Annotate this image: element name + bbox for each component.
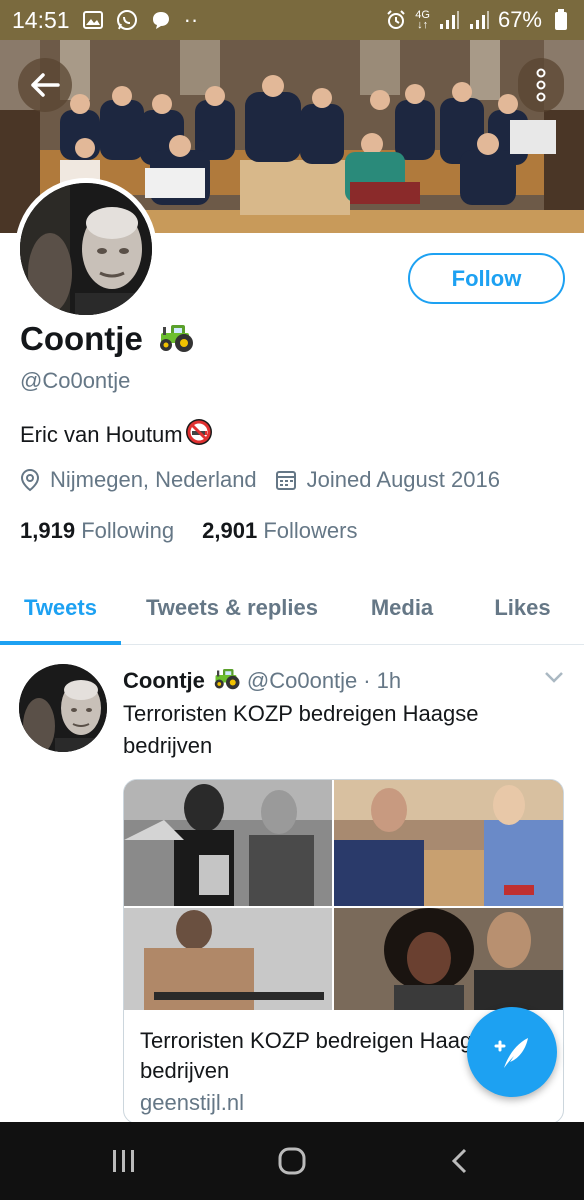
compose-feather-icon xyxy=(494,1038,528,1068)
more-vertical-icon xyxy=(536,68,546,102)
back-nav-button[interactable] xyxy=(430,1131,490,1191)
signal-icon xyxy=(438,9,460,31)
gallery-icon xyxy=(82,9,104,31)
profile-tabs: Tweets Tweets & replies Media Likes xyxy=(0,572,584,645)
status-time: 14:51 xyxy=(12,6,70,33)
network-type: 4G ↓↑ xyxy=(415,9,430,31)
profile-handle: @Co0ontje xyxy=(20,368,131,393)
joined-date: Joined August 2016 xyxy=(275,467,500,493)
location-text: Nijmegen, Nederland xyxy=(50,467,257,492)
status-left: 14:51 ·· xyxy=(12,7,198,34)
tweet-author-name[interactable]: Coontje xyxy=(123,668,205,694)
tab-media[interactable]: Media xyxy=(343,572,461,644)
profile-bio: Eric van Houtum xyxy=(20,418,213,452)
location: Nijmegen, Nederland xyxy=(20,467,257,493)
alarm-icon xyxy=(385,9,407,31)
following-count: 1,919 xyxy=(20,518,76,543)
location-pin-icon xyxy=(20,468,40,492)
tab-tweets-replies[interactable]: Tweets & replies xyxy=(121,572,343,644)
tractor-icon xyxy=(155,321,195,358)
followers-label: Followers xyxy=(263,518,358,543)
tab-tweets[interactable]: Tweets xyxy=(0,572,121,645)
joined-text: Joined August 2016 xyxy=(306,467,500,492)
signal-icon-2 xyxy=(468,9,490,31)
home-button[interactable] xyxy=(262,1131,322,1191)
no-smoking-icon xyxy=(185,418,213,452)
following-stat[interactable]: 1,919 Following xyxy=(20,518,174,544)
chevron-down-icon xyxy=(545,672,563,683)
battery-percent: 67% xyxy=(497,7,542,32)
status-right: 4G ↓↑ 67% xyxy=(385,7,572,33)
tweet-avatar[interactable] xyxy=(19,664,107,752)
home-icon xyxy=(278,1147,306,1175)
tweet-separator: · xyxy=(363,668,371,693)
status-bar: 14:51 ·· 4G ↓↑ 67% xyxy=(0,0,584,40)
calendar-icon xyxy=(275,471,296,490)
profile-meta: Nijmegen, Nederland Joined August 2016 xyxy=(20,467,500,493)
display-name-row: Coontje xyxy=(20,320,195,358)
recent-apps-button[interactable] xyxy=(94,1131,154,1191)
compose-tweet-button[interactable] xyxy=(467,1007,557,1097)
profile-stats: 1,919 Following 2,901 Followers xyxy=(20,518,357,544)
card-image-grid xyxy=(124,780,563,1010)
card-domain: geenstijl.nl xyxy=(140,1090,244,1115)
tweet-time: 1h xyxy=(376,668,402,693)
following-label: Following xyxy=(81,518,175,543)
battery-icon xyxy=(550,9,572,31)
tweet-header: Coontje @Co0ontje · 1h xyxy=(123,666,401,696)
tweet-author-handle: @Co0ontje xyxy=(246,668,358,693)
back-icon xyxy=(451,1148,467,1174)
tractor-icon xyxy=(211,666,241,696)
tweet-text: Terroristen KOZP bedreigen Haagse bedrij… xyxy=(123,701,479,758)
tweet-menu-button[interactable] xyxy=(544,670,564,689)
back-button[interactable] xyxy=(18,58,72,112)
arrow-left-icon xyxy=(31,73,60,97)
more-notifications-dots: ·· xyxy=(183,7,199,32)
chat-bubble-icon xyxy=(150,9,172,31)
system-nav-bar xyxy=(0,1122,584,1200)
followers-stat[interactable]: 2,901 Followers xyxy=(202,518,357,544)
recent-apps-icon xyxy=(113,1150,134,1172)
tab-likes[interactable]: Likes xyxy=(461,572,584,644)
whatsapp-icon xyxy=(116,9,138,31)
display-name: Coontje xyxy=(20,320,143,357)
more-options-button[interactable] xyxy=(518,58,564,112)
follow-button[interactable]: Follow xyxy=(408,253,565,304)
bio-text: Eric van Houtum xyxy=(20,422,183,447)
profile-avatar[interactable] xyxy=(15,178,157,320)
followers-count: 2,901 xyxy=(202,518,258,543)
